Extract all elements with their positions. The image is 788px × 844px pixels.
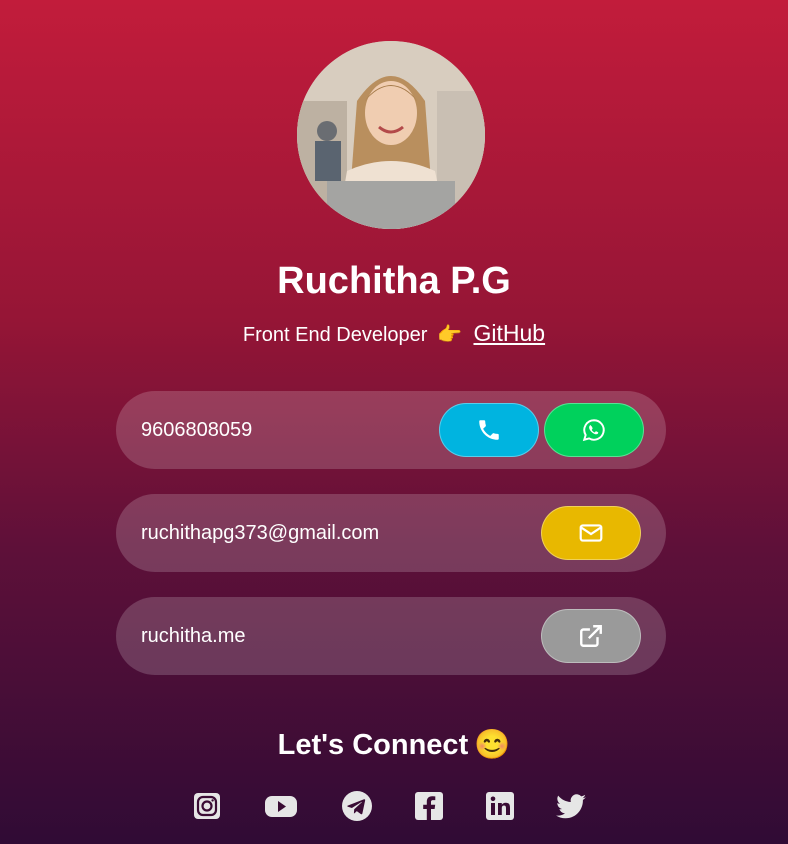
- mail-icon: [579, 524, 603, 542]
- whatsapp-button[interactable]: [544, 403, 644, 457]
- twitter-link[interactable]: [553, 788, 589, 824]
- pointing-hand-emoji: 👉: [437, 324, 462, 346]
- profile-name: Ruchitha P.G: [277, 260, 511, 302]
- youtube-link[interactable]: [263, 788, 299, 824]
- phone-icon: [479, 420, 499, 440]
- email-button[interactable]: [541, 506, 641, 560]
- telegram-link[interactable]: [339, 788, 375, 824]
- instagram-link[interactable]: [189, 788, 225, 824]
- open-website-button[interactable]: [541, 609, 641, 663]
- smile-emoji: 😊: [474, 729, 511, 761]
- linkedin-link[interactable]: [482, 788, 518, 824]
- linkedin-icon: [486, 792, 514, 820]
- profile-avatar: [297, 41, 485, 229]
- external-link-icon: [580, 625, 602, 647]
- call-button[interactable]: [439, 403, 539, 457]
- whatsapp-icon: [582, 419, 605, 442]
- profile-title: Front End Developer: [242, 324, 428, 346]
- github-link[interactable]: GitHub: [473, 320, 545, 346]
- instagram-icon: [194, 793, 220, 819]
- social-links: [0, 788, 788, 824]
- connect-heading-text: Let's Connect: [277, 729, 469, 761]
- telegram-icon: [342, 791, 372, 821]
- phone-card: 9606808059: [116, 391, 666, 469]
- email-card: ruchithapg373@gmail.com: [116, 494, 666, 572]
- website-card: ruchitha.me: [116, 597, 666, 675]
- avatar-photo: [297, 41, 485, 229]
- facebook-icon: [415, 792, 443, 820]
- twitter-icon: [556, 794, 586, 819]
- connect-heading: Let's Connect 😊: [0, 728, 788, 762]
- facebook-link[interactable]: [411, 788, 447, 824]
- profile-subtitle: Front End Developer 👉 GitHub: [0, 320, 788, 347]
- youtube-icon: [265, 796, 297, 817]
